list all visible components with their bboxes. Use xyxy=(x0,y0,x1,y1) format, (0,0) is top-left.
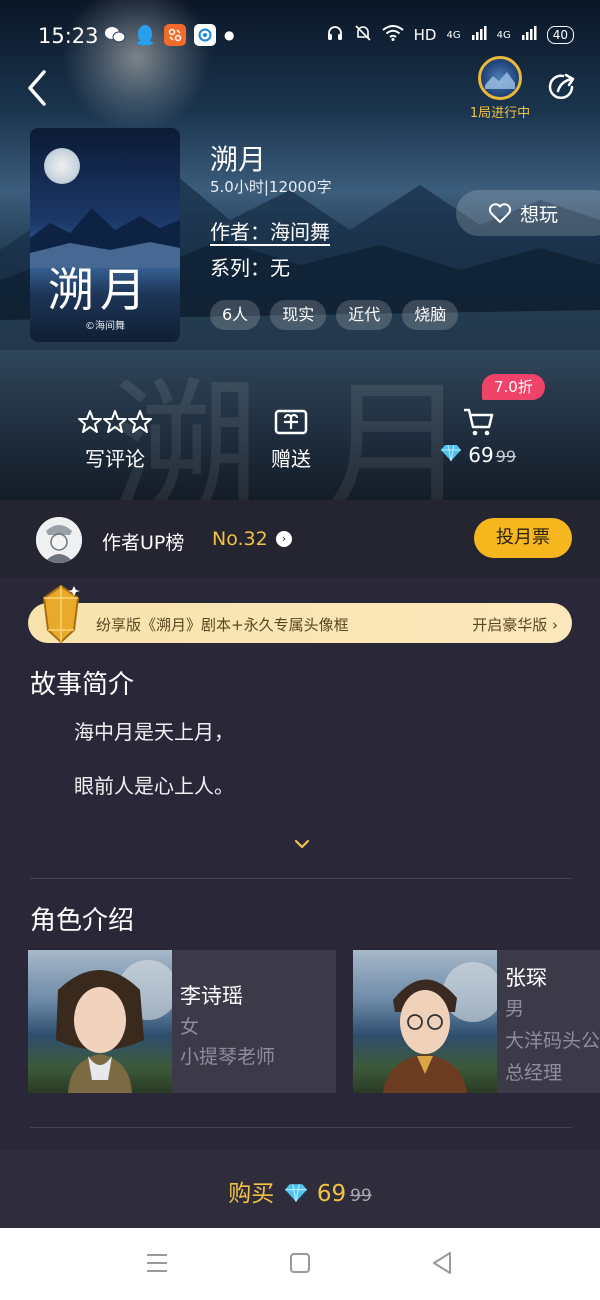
character-portrait xyxy=(28,950,178,1093)
wishlist-button[interactable]: 想玩 xyxy=(456,190,600,236)
write-review-label: 写评论 xyxy=(85,447,145,471)
character-name: 张琛 xyxy=(505,966,547,990)
author-up-label: 作者UP榜 xyxy=(102,532,185,554)
story-line: 海中月是天上月， xyxy=(74,720,234,744)
character-card[interactable]: 张琛 男 大洋码头公 总经理 xyxy=(353,950,600,1093)
gold-gem-icon xyxy=(42,584,80,644)
chevron-left-icon xyxy=(28,70,46,106)
cart-original-price: 99 xyxy=(495,447,517,466)
system-navigation-bar xyxy=(0,1228,600,1300)
chevron-down-icon xyxy=(294,839,310,849)
cover-author: ©海间舞 xyxy=(85,321,125,332)
deluxe-promo-banner[interactable]: 纷享版《溯月》剧本+永久专属头像框 开启豪华版 › xyxy=(28,603,572,643)
story-section-title: 故事简介 xyxy=(30,670,135,700)
signal-4g-label: 4G xyxy=(446,29,461,41)
author-up-rank[interactable]: No.32 xyxy=(212,528,268,550)
promo-upgrade-link[interactable]: 开启豪华版 › xyxy=(472,614,558,635)
book-cover: 溯月 ©海间舞 xyxy=(30,128,180,342)
headphones-icon xyxy=(326,24,344,46)
divider xyxy=(30,1127,572,1128)
status-indicators: HD 4G 4G 40 xyxy=(326,24,574,46)
book-tags: 6人 现实 近代 烧脑 xyxy=(210,300,459,330)
signal-bars-icon xyxy=(471,25,487,45)
vote-monthly-ticket-button[interactable]: 投月票 xyxy=(474,518,572,558)
status-time: 15:23 xyxy=(38,24,99,48)
gift-button[interactable]: 赠送 xyxy=(248,405,334,472)
character-role: 小提琴老师 xyxy=(180,1046,276,1068)
tag[interactable]: 现实 xyxy=(270,300,327,330)
character-card[interactable]: 李诗瑶 女 小提琴老师 xyxy=(28,950,336,1093)
book-meta: 5.0小时|12000字 xyxy=(210,178,332,196)
heart-icon xyxy=(488,203,512,223)
author-up-bar[interactable]: 作者UP榜 No.32 › 投月票 xyxy=(0,500,600,578)
game-avatar-icon xyxy=(485,72,515,89)
status-app-icons: ● xyxy=(104,24,234,46)
buy-button[interactable]: 购买 69 99 xyxy=(0,1174,600,1208)
mute-bell-icon xyxy=(354,24,372,46)
app-orange-icon xyxy=(164,24,186,46)
share-button[interactable] xyxy=(544,70,578,104)
battery-indicator: 40 xyxy=(546,26,574,44)
signal-4g-label-2: 4G xyxy=(496,29,511,41)
buy-bar[interactable]: 购买 69 99 xyxy=(0,1150,600,1228)
back-button[interactable] xyxy=(22,68,52,108)
buy-label: 购买 xyxy=(228,1181,275,1207)
recent-apps-icon[interactable] xyxy=(145,1252,169,1274)
buy-original-price: 99 xyxy=(350,1186,372,1206)
cart-icon xyxy=(436,405,520,439)
tag[interactable]: 6人 xyxy=(210,300,261,330)
characters-section-title: 角色介绍 xyxy=(30,906,135,936)
qq-icon xyxy=(134,24,156,46)
story-line: 眼前人是心上人。 xyxy=(74,774,234,798)
game-progress-badge[interactable] xyxy=(478,56,522,100)
home-icon[interactable] xyxy=(288,1252,312,1274)
book-author-link[interactable]: 作者：海间舞 xyxy=(210,216,330,245)
tag[interactable]: 近代 xyxy=(336,300,393,330)
network-hd-label: HD xyxy=(413,26,437,44)
character-gender: 女 xyxy=(180,1016,200,1038)
wishlist-label: 想玩 xyxy=(520,203,559,226)
three-stars-icon xyxy=(72,405,158,439)
diamond-icon xyxy=(440,444,461,462)
cover-title: 溯月 xyxy=(48,263,152,317)
character-name: 李诗瑶 xyxy=(180,984,243,1008)
diamond-icon xyxy=(284,1184,307,1202)
app-blue-icon xyxy=(194,24,216,46)
gift-icon xyxy=(248,405,334,439)
chevron-right-icon[interactable]: › xyxy=(276,531,292,547)
wifi-icon xyxy=(382,25,404,45)
promo-text: 纷享版《溯月》剧本+永久专属头像框 xyxy=(96,616,349,634)
expand-story-button[interactable] xyxy=(294,834,310,855)
character-role: 大洋码头公 xyxy=(505,1030,600,1052)
author-avatar[interactable] xyxy=(36,517,82,563)
cart-button[interactable]: 69 99 xyxy=(436,405,520,467)
game-progress-text[interactable]: 1局进行中 xyxy=(462,102,538,121)
wechat-icon xyxy=(104,24,126,46)
character-role-line2: 总经理 xyxy=(505,1062,563,1084)
share-icon xyxy=(548,73,575,100)
book-series: 系列：无 xyxy=(210,256,290,280)
back-triangle-icon[interactable] xyxy=(430,1250,454,1276)
character-portrait xyxy=(353,950,503,1093)
cart-price: 69 xyxy=(468,443,494,467)
signal-bars-icon-2 xyxy=(521,25,537,45)
divider xyxy=(30,878,572,879)
tag[interactable]: 烧脑 xyxy=(402,300,459,330)
buy-price: 69 xyxy=(316,1181,347,1207)
write-review-button[interactable]: 写评论 xyxy=(72,405,158,472)
cover-moon xyxy=(44,148,80,184)
character-gender: 男 xyxy=(505,998,525,1020)
notification-dot-icon: ● xyxy=(224,28,235,42)
book-title: 溯月 xyxy=(210,143,267,176)
gift-label: 赠送 xyxy=(271,447,311,471)
discount-badge: 7.0折 xyxy=(482,374,545,400)
